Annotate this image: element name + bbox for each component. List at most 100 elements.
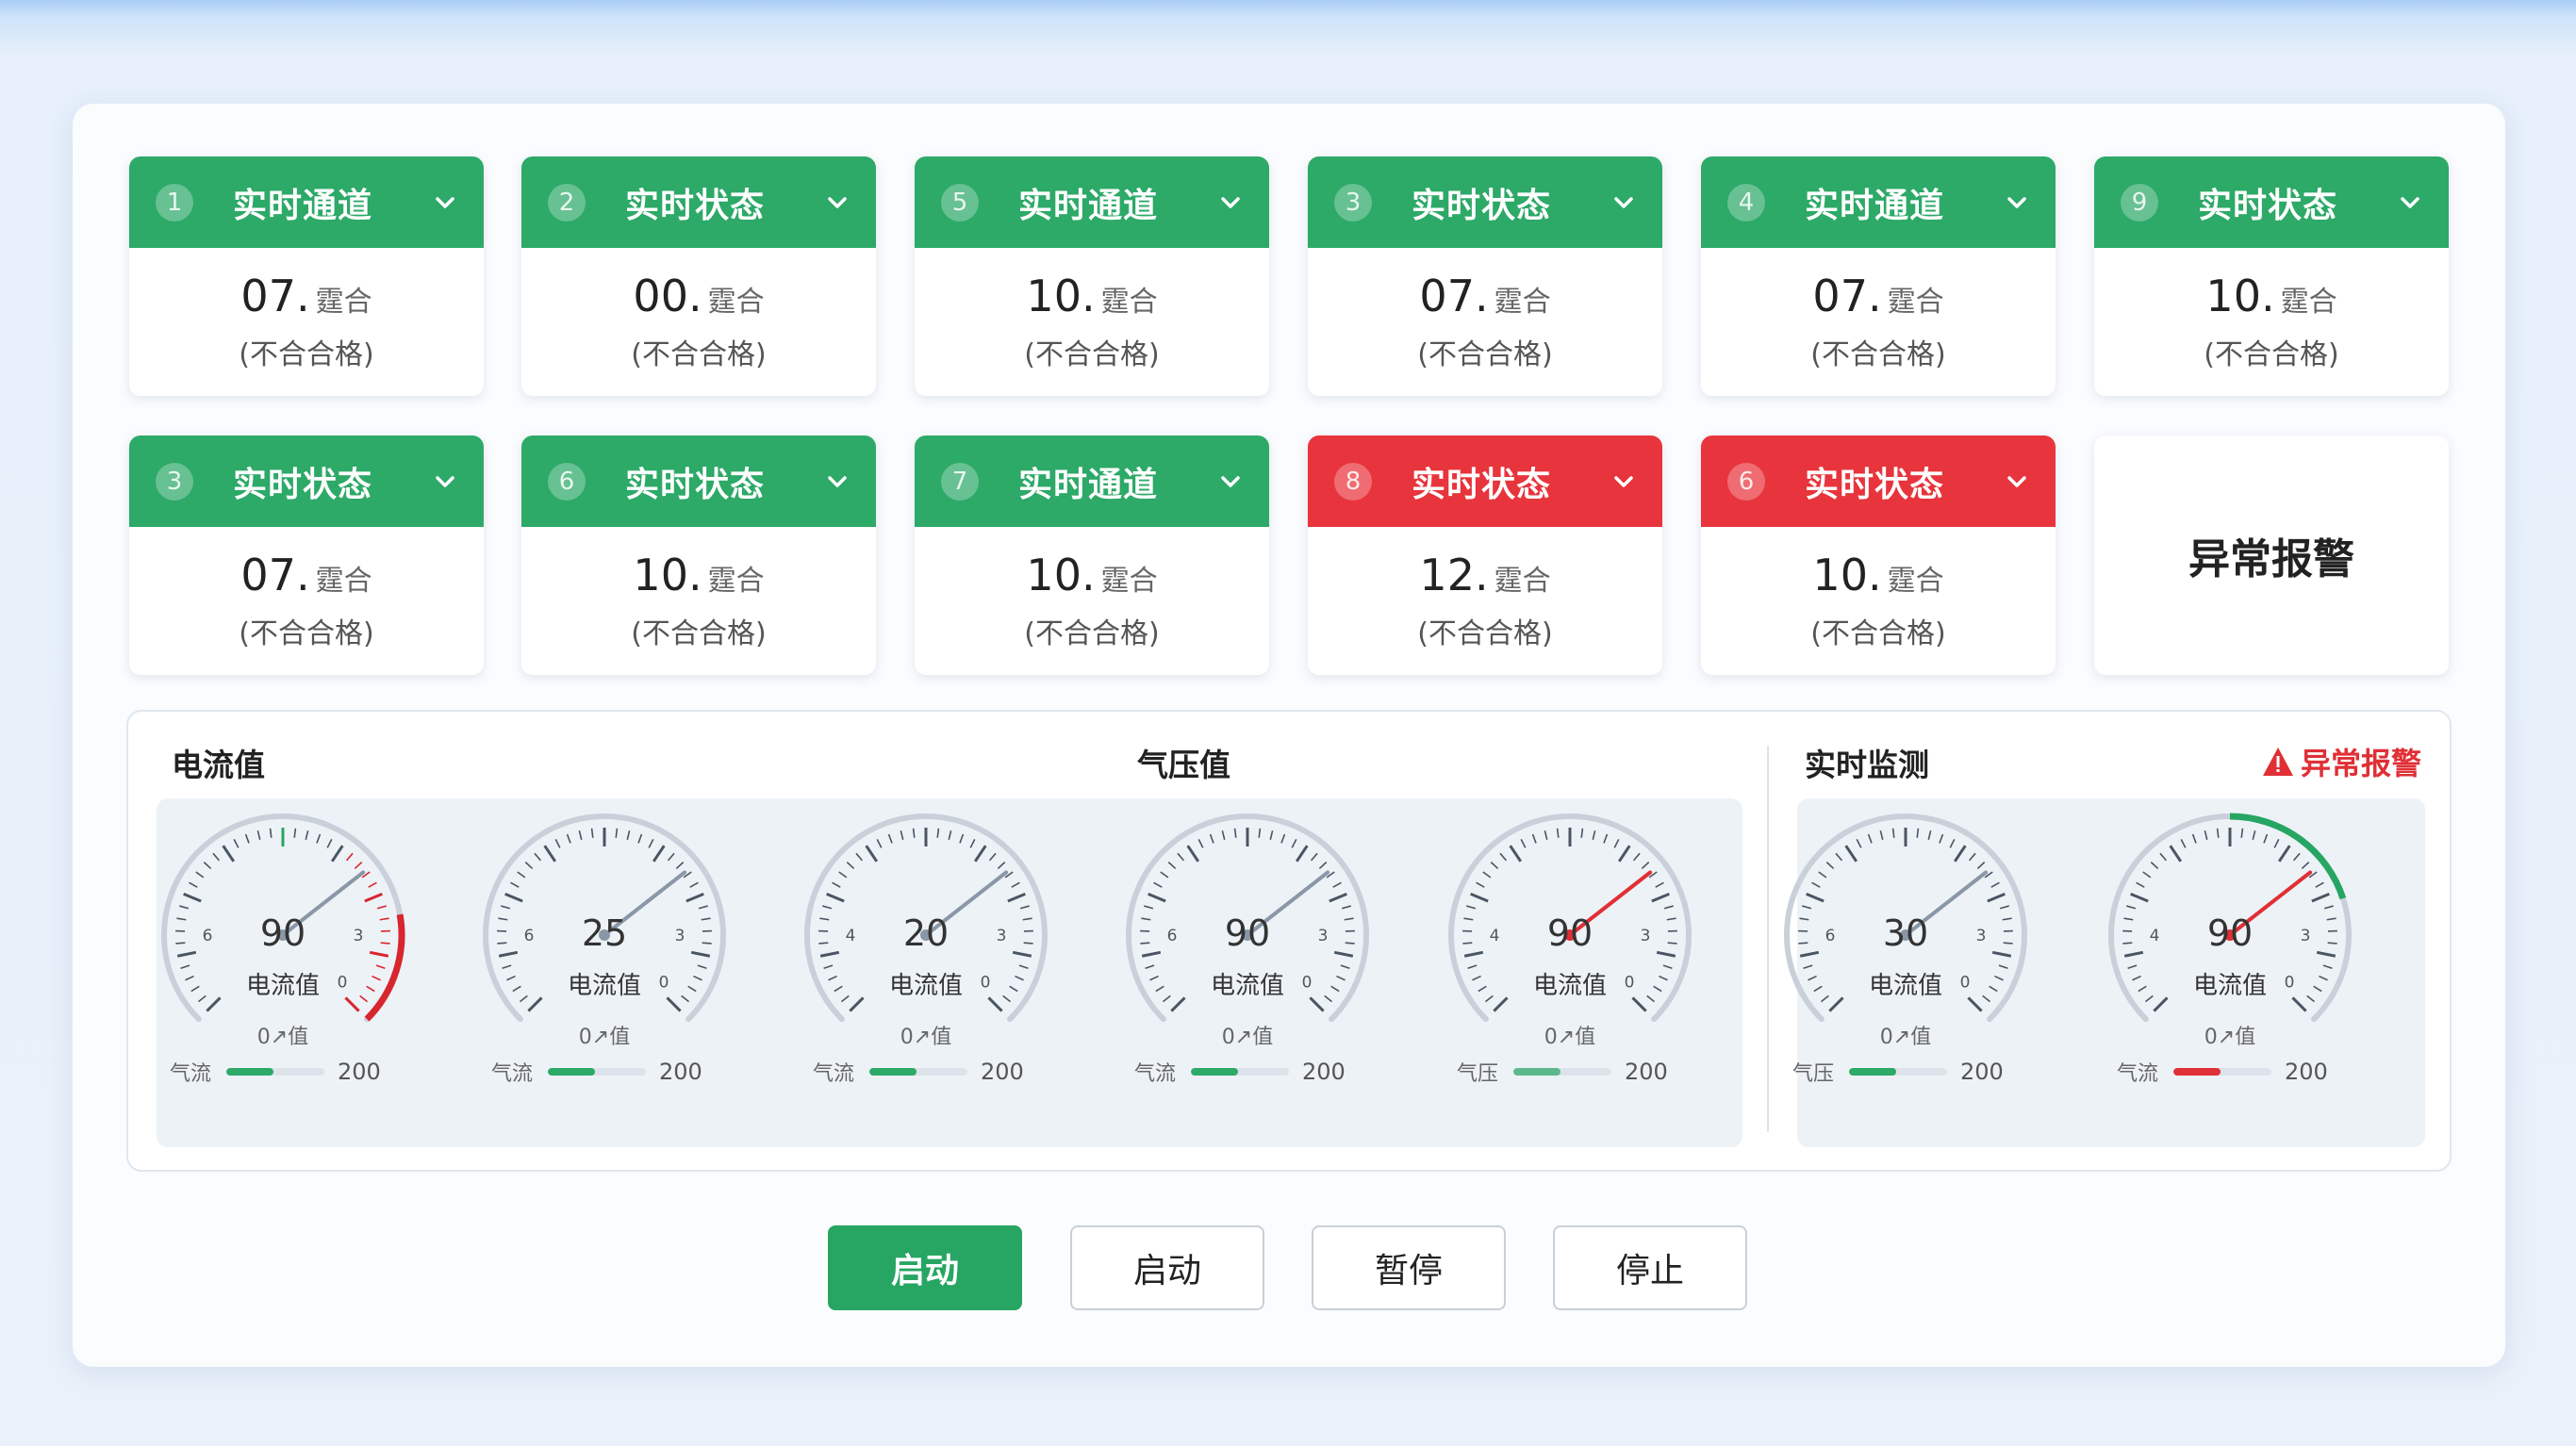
chevron-down-icon[interactable]	[1608, 466, 1640, 498]
gauge-bar-label: 气流	[813, 1062, 855, 1086]
gauge-tick	[293, 828, 297, 838]
gauge-tick	[2130, 892, 2149, 903]
channel-title: 实时状态	[233, 465, 373, 504]
gauge-tick	[1482, 871, 1492, 879]
gauge-tick	[1844, 845, 1858, 863]
gauge-tick	[1544, 830, 1548, 841]
channel-card-header[interactable]: 1 实时通道	[129, 156, 484, 248]
gauge-tick	[1867, 833, 1873, 844]
gauge-bar-fill	[1849, 1068, 1896, 1076]
gauge-bar-track	[869, 1068, 967, 1076]
gauge-tick	[969, 839, 976, 848]
alarm-card[interactable]: 异常报警	[2094, 435, 2449, 675]
channel-status-text: (不合合格)	[239, 338, 374, 371]
chevron-down-icon[interactable]	[429, 187, 461, 219]
gauge: 630 30 电流值 0↗值 气压 200	[1774, 811, 2038, 1131]
gauge-tick	[822, 905, 833, 910]
gauge-tick	[504, 892, 523, 903]
gauge-tick	[1291, 839, 1297, 848]
pause-button[interactable]: 暂停	[1312, 1225, 1506, 1310]
gauge-bar-max: 200	[1625, 1059, 1668, 1085]
gauge-tick	[566, 833, 571, 844]
channel-card-header[interactable]: 5 实时通道	[915, 156, 1269, 248]
chevron-down-icon[interactable]	[429, 466, 461, 498]
gauge-tick	[959, 833, 965, 844]
chevron-down-icon[interactable]	[1608, 187, 1640, 219]
channel-status-text: (不合合格)	[2204, 338, 2339, 371]
channel-status-text: (不合合格)	[239, 617, 374, 650]
gauge-value: 25	[581, 912, 628, 954]
gauge-tick	[1811, 881, 1821, 888]
section-title-current: 电流值	[172, 747, 265, 783]
gauge-tick	[2273, 839, 2280, 848]
channel-card-header[interactable]: 6 实时状态	[521, 435, 876, 527]
gauge-tick	[2142, 871, 2152, 879]
gauge-level-bar: 气流 200	[1134, 1058, 1389, 1086]
gauge-bar-label: 气流	[491, 1062, 534, 1086]
gauge-tick	[1197, 839, 1204, 848]
gauge-tick	[887, 833, 893, 844]
gauge-bar-label: 气流	[2117, 1062, 2159, 1086]
gauge-tick	[2150, 862, 2159, 869]
gauge-value: 90	[1546, 912, 1593, 954]
gauge-bar-label: 气压	[1792, 1062, 1835, 1086]
gauge-tick	[1490, 862, 1499, 869]
channel-card: 1 实时通道 07. 霆合 (不合合格)	[129, 156, 484, 396]
gauge-tick	[1509, 845, 1523, 863]
gauge-bar-track	[1513, 1068, 1611, 1076]
gauge-tick	[846, 862, 855, 869]
chevron-down-icon[interactable]	[2001, 466, 2033, 498]
gauge-tick	[1007, 892, 1026, 903]
channel-card-header[interactable]: 6 实时状态	[1701, 435, 2056, 527]
channel-title: 实时状态	[2198, 186, 2338, 225]
gauge-tick	[865, 845, 879, 863]
channel-status-text: (不合合格)	[631, 617, 767, 650]
gauge-bar-fill	[2173, 1068, 2221, 1076]
channel-card-header[interactable]: 8 实时状态	[1308, 435, 1662, 527]
channel-title: 实时通道	[1805, 186, 1945, 225]
channel-card-header[interactable]: 3 实时状态	[1308, 156, 1662, 248]
chevron-down-icon[interactable]	[2394, 187, 2426, 219]
start-button[interactable]: 启动	[1070, 1225, 1264, 1310]
gauge-value: 90	[259, 912, 306, 954]
channel-card-header[interactable]: 3 实时状态	[129, 435, 484, 527]
gauge-range-arc	[2229, 813, 2347, 900]
stop-button[interactable]: 停止	[1553, 1225, 1747, 1310]
gauge-tick	[510, 881, 520, 888]
gauge-bar-max: 200	[981, 1059, 1024, 1085]
gauge-tick	[364, 892, 383, 903]
gauge-tick	[1617, 845, 1631, 863]
gauge-tick	[648, 839, 654, 848]
chevron-down-icon[interactable]	[1214, 187, 1247, 219]
gauge-tick	[517, 871, 526, 879]
gauge-tick	[626, 830, 631, 841]
gauge-tick	[2263, 833, 2269, 844]
gauge-tick	[1209, 833, 1214, 844]
channel-card-header[interactable]: 7 实时通道	[915, 435, 1269, 527]
chevron-down-icon[interactable]	[2001, 187, 2033, 219]
channel-card: 8 实时状态 12. 霆合 (不合合格)	[1308, 435, 1662, 675]
gauge-tick	[543, 845, 557, 863]
gauge-bar-label: 气流	[1134, 1062, 1177, 1086]
channel-value: 07. 霆合	[1419, 271, 1551, 321]
gauge-label: 电流值	[1868, 972, 1942, 1000]
gauge-label: 电流值	[1210, 972, 1284, 1000]
channel-card: 7 实时通道 10. 霆合 (不合合格)	[915, 435, 1269, 675]
channel-value: 10. 霆合	[2205, 271, 2337, 321]
gauge-bottom-label: 0↗值	[256, 1026, 309, 1049]
chevron-down-icon[interactable]	[1214, 466, 1247, 498]
channel-status-text: (不合合格)	[1810, 338, 1946, 371]
chevron-down-icon[interactable]	[821, 466, 853, 498]
chevron-down-icon[interactable]	[821, 187, 853, 219]
channel-card-header[interactable]: 9 实时状态	[2094, 156, 2449, 248]
channel-card: 3 实时状态 07. 霆合 (不合合格)	[1308, 156, 1662, 396]
gauge-tick	[1976, 862, 1986, 869]
channel-card-header[interactable]: 4 实时通道	[1701, 156, 2056, 248]
channel-card-header[interactable]: 2 实时状态	[521, 156, 876, 248]
gauge-level-bar: 气压 200	[1792, 1058, 2047, 1086]
gauge-tick	[1891, 828, 1895, 838]
gauge-level-bar: 气压 200	[1457, 1058, 1711, 1086]
gauge-tick	[1990, 881, 2000, 888]
start-button-primary[interactable]: 启动	[828, 1225, 1022, 1310]
channel-card: 5 实时通道 10. 霆合 (不合合格)	[915, 156, 1269, 396]
